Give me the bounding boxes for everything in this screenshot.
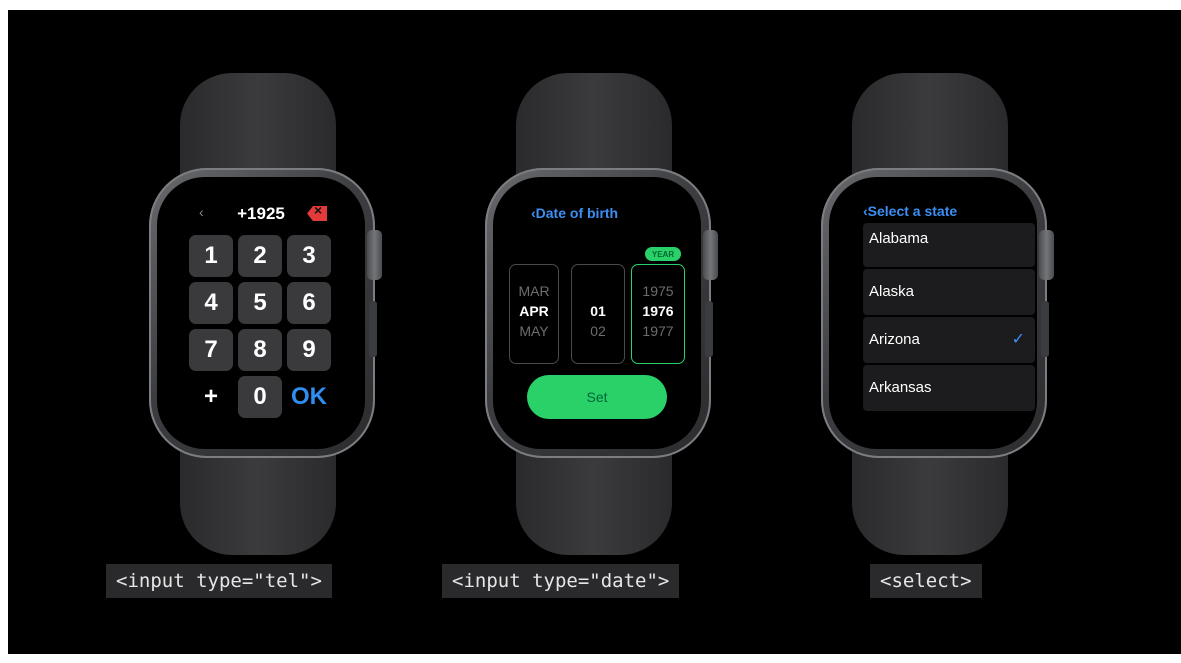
checkmark-icon: ✓	[1011, 331, 1025, 348]
month-current: APR	[519, 303, 549, 319]
month-next: MAY	[519, 323, 549, 339]
caption-select: <select>	[870, 564, 982, 598]
year-next: 1977	[642, 323, 674, 339]
year-prev: 1975	[642, 283, 674, 299]
keypad: 1 2 3 4 5 6 7 8 9 + 0 OK	[189, 235, 335, 418]
key-2[interactable]: 2	[238, 235, 282, 277]
month-prev: MAR	[518, 283, 550, 299]
day-current: 01	[590, 303, 606, 319]
key-7[interactable]: 7	[189, 329, 233, 371]
day-wheel[interactable]: 01 02	[571, 264, 625, 364]
year-wheel[interactable]: 1975 1976 1977	[631, 264, 685, 364]
watch-screen: ‹ +1925 1 2 3 4 5 6 7 8 9 + 0 OK	[157, 177, 365, 449]
caption-date: <input type="date">	[442, 564, 680, 598]
key-4[interactable]: 4	[189, 282, 233, 324]
watch-select: ‹Select a state Alabama Alaska Arizona ✓ …	[789, 73, 1071, 555]
day-next: 02	[590, 323, 606, 339]
key-3[interactable]: 3	[287, 235, 331, 277]
side-button[interactable]	[369, 301, 377, 357]
digital-crown[interactable]	[1039, 230, 1054, 280]
option-label: Arizona	[869, 331, 920, 348]
month-wheel[interactable]: MAR APR MAY	[509, 264, 559, 364]
side-button[interactable]	[705, 301, 713, 357]
presentation-slide: ‹ +1925 1 2 3 4 5 6 7 8 9 + 0 OK <input …	[8, 10, 1181, 654]
watch-tel: ‹ +1925 1 2 3 4 5 6 7 8 9 + 0 OK	[117, 73, 399, 555]
year-badge: YEAR	[645, 247, 681, 261]
back-title-select[interactable]: ‹Select a state	[863, 203, 957, 219]
option-label: Arkansas	[869, 379, 932, 396]
key-0[interactable]: 0	[238, 376, 282, 418]
digital-crown[interactable]	[703, 230, 718, 280]
option-label: Alabama	[869, 230, 929, 247]
watch-date: ‹Date of birth YEAR MAR APR MAY 01 02 19…	[453, 73, 735, 555]
key-plus[interactable]: +	[189, 376, 233, 418]
option-arizona[interactable]: Arizona ✓	[863, 317, 1035, 363]
watch-screen: ‹Select a state Alabama Alaska Arizona ✓ …	[829, 177, 1037, 449]
key-1[interactable]: 1	[189, 235, 233, 277]
year-current: 1976	[642, 303, 674, 319]
phone-number-display: +1925	[237, 204, 285, 223]
key-6[interactable]: 6	[287, 282, 331, 324]
caption-tel: <input type="tel">	[106, 564, 332, 598]
key-9[interactable]: 9	[287, 329, 331, 371]
option-arkansas[interactable]: Arkansas	[863, 365, 1035, 411]
digital-crown[interactable]	[367, 230, 382, 280]
state-list: Alabama Alaska Arizona ✓ Arkansas	[863, 223, 1035, 413]
back-title-date[interactable]: ‹Date of birth	[531, 205, 618, 221]
option-alabama[interactable]: Alabama	[863, 223, 1035, 267]
option-label: Alaska	[869, 283, 915, 300]
set-button[interactable]: Set	[527, 375, 667, 419]
side-button[interactable]	[1041, 301, 1049, 357]
ok-button[interactable]: OK	[287, 376, 331, 418]
watch-screen: ‹Date of birth YEAR MAR APR MAY 01 02 19…	[493, 177, 701, 449]
tel-header: ‹ +1925	[157, 204, 365, 226]
option-alaska[interactable]: Alaska	[863, 269, 1035, 315]
key-8[interactable]: 8	[238, 329, 282, 371]
key-5[interactable]: 5	[238, 282, 282, 324]
